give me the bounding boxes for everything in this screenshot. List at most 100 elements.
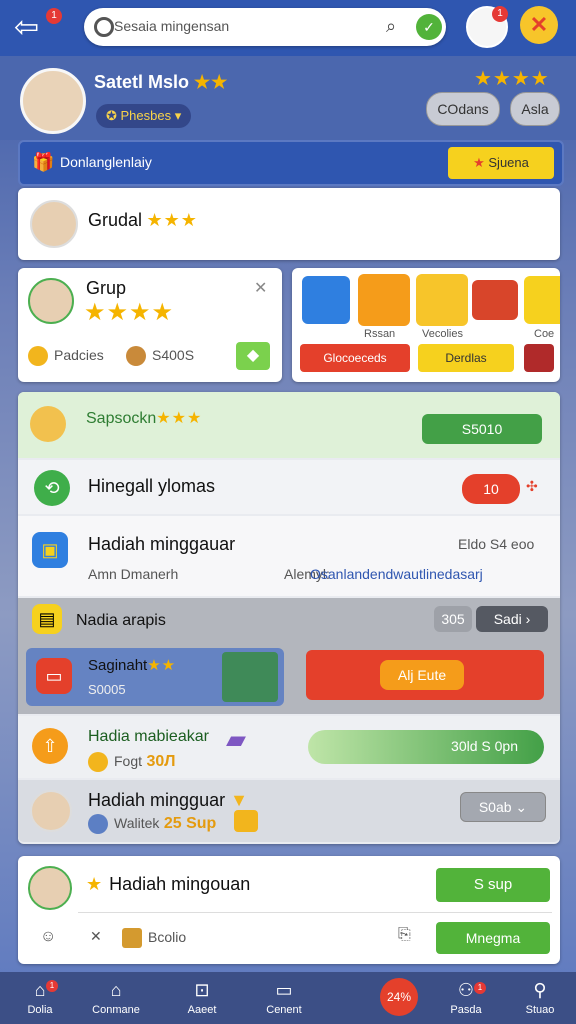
nav-item-home[interactable]: ⌂ Dolia <box>0 972 80 1024</box>
close-icon[interactable]: ✕ <box>254 278 267 298</box>
avatar <box>30 200 78 248</box>
row-value: 30Л <box>146 753 176 771</box>
gift-yellow-button[interactable]: Derdlas <box>418 344 514 372</box>
list-item[interactable]: ▣ Hadiah minggauar Eldo S4 eoo Amn Dmane… <box>18 516 560 596</box>
row-sub-text: Fogt <box>114 753 143 770</box>
nav-label: Stuao <box>525 1004 555 1016</box>
avatar <box>28 278 74 324</box>
claim-button[interactable]: S sup <box>436 868 550 902</box>
list-item[interactable]: ⟲ Hinegall ylomas 10 ✣ <box>18 460 560 514</box>
ask-button[interactable]: Asla <box>510 92 560 126</box>
profile-badge[interactable]: ✪ Phesbes ▾ <box>96 104 192 128</box>
card-weekly-reward[interactable]: ★ Hadiah mingouan S sup ☺ ✕ Bcolio ⎘ Mne… <box>18 856 560 964</box>
avatar <box>28 866 72 910</box>
house-icon: ⌂ <box>110 980 122 1000</box>
progress-bar[interactable]: 30ld S 0pn <box>308 730 544 764</box>
list-item[interactable]: ▤ Nadia arapis 305 Sadi › <box>18 598 560 644</box>
gift-label: Coe <box>534 328 555 340</box>
row-title: Hinegall ylomas <box>88 476 216 496</box>
select-value: Sadi <box>493 611 522 627</box>
close-icon[interactable]: ✕ <box>90 928 102 945</box>
value-chip[interactable]: 10 <box>462 474 520 504</box>
search-input[interactable]: Sesaia mingensan <box>114 18 229 34</box>
gift-extra-button[interactable] <box>524 344 554 372</box>
nav-item-profile[interactable]: ⚲ Stuao <box>500 972 576 1024</box>
close-icon[interactable]: ✕ <box>520 6 558 44</box>
chest-icon <box>234 810 258 832</box>
profile-name-stars: ★★ <box>194 72 229 92</box>
gift-label: Rssan <box>364 328 396 340</box>
card-grup[interactable]: Grup ★★★★ ✕ Padcies S400S ◆ <box>18 268 282 382</box>
codes-button[interactable]: COdans <box>426 92 500 126</box>
share-icon[interactable]: ⎘ <box>398 926 411 944</box>
home-icon: ⌂ <box>34 980 46 1000</box>
nav-item-community[interactable]: ⌂ Conmane <box>76 972 156 1024</box>
select-dropdown[interactable]: S0ab ⌄ <box>460 792 546 822</box>
banner-button[interactable]: ★ Sjuena <box>448 147 554 179</box>
row-stars: ★★ <box>147 657 177 674</box>
row-sub-text: Walitek <box>114 815 160 832</box>
green-tile <box>222 652 278 702</box>
star-icon: ★ <box>473 155 489 170</box>
card-gifts[interactable]: Rssan Vecolies Coe Glocoeceds Derdlas <box>292 268 560 382</box>
card-stars: ★★★★ <box>84 299 175 326</box>
row-title: Sapsockn★★★ <box>86 408 202 428</box>
coin-icon <box>88 752 108 772</box>
list-item[interactable]: Hadiah mingguar ▼ Walitek 25 Sup S0ab ⌄ <box>18 780 560 842</box>
promo-banner: 🎁 Donlanglenlaiy ★ Sjuena <box>18 140 564 186</box>
banner-text: Donlanglenlaiy <box>60 154 152 170</box>
nav-item-content[interactable]: ▭ Cenent <box>244 972 324 1024</box>
nav-center-button[interactable]: 24% <box>380 978 418 1016</box>
profile-button[interactable]: Mnegma <box>436 922 550 954</box>
row-title-text: Saginaht <box>88 657 148 674</box>
chest-icon <box>122 928 142 948</box>
card-label: S400S <box>152 347 195 364</box>
list-item[interactable]: ⇧ Hadia mabieakar Fogt 30Л ▰ 30ld S 0pn <box>18 716 560 778</box>
row-title-text: Sapsockn <box>86 410 157 427</box>
value-chip[interactable]: S5010 <box>422 414 542 444</box>
star-icon: ★ <box>86 874 110 894</box>
search-icon <box>94 17 114 37</box>
row-sub-left: Amn Dmanerh <box>88 566 179 582</box>
arrow-up-icon: ⇧ <box>32 728 68 764</box>
voice-search-icon[interactable]: ⌕ <box>386 16 396 37</box>
card-grudal[interactable]: Grudal ★★★ <box>18 188 560 260</box>
trophy-icon: ▼ <box>230 790 248 810</box>
profile-avatar[interactable] <box>20 68 86 134</box>
gift-red-button[interactable]: Glocoeceds <box>300 344 410 372</box>
select-value: S0ab <box>478 799 512 815</box>
action-banner[interactable]: Alj Eute <box>306 650 544 700</box>
search-bar[interactable]: Sesaia mingensan ⌕ ✓ <box>84 8 446 46</box>
card-label: Padcies <box>54 347 104 364</box>
search-submit-button[interactable]: ✓ <box>416 14 442 40</box>
coin-icon: ✪ <box>106 108 121 123</box>
list-item[interactable]: ▭ Saginaht★★ S0005 Alj Eute <box>18 644 560 714</box>
profile-name: Satetl Mslo ★★ <box>94 72 228 93</box>
row-title: Hadiah mingguar ▼ <box>88 790 248 811</box>
nav-item-friends[interactable]: ⚇ Pasda <box>426 972 506 1024</box>
row-sub-link[interactable]: Osanlandendwautlinedasarj <box>310 566 483 582</box>
nav-item-activity[interactable]: ⊡ Aaeet <box>162 972 242 1024</box>
blocks-icon: ▰ <box>226 724 246 754</box>
row-title: Nadia arapis <box>76 612 166 629</box>
coin-pile-icon <box>524 276 560 324</box>
nav-label: Dolia <box>27 1004 53 1016</box>
note-icon: ▤ <box>32 604 62 634</box>
row-sub: Fogt 30Л <box>88 752 176 772</box>
row-value: 25 Sup <box>163 815 217 833</box>
list-item[interactable]: Sapsockn★★★ S5010 <box>18 392 560 458</box>
action-button[interactable]: Alj Eute <box>380 660 464 690</box>
profile-stars: ★★★★ <box>474 68 550 90</box>
banner-button-label: Sjuena <box>488 155 529 170</box>
gem-button[interactable]: ◆ <box>236 342 270 370</box>
nav-label: Conmane <box>92 1004 140 1016</box>
reward-list: Sapsockn★★★ S5010 ⟲ Hinegall ylomas 10 ✣… <box>18 392 560 844</box>
row-title-text: Hadiah mingguar <box>88 790 226 810</box>
select-dropdown[interactable]: Sadi › <box>476 606 548 632</box>
chest-icon: ▣ <box>32 532 68 568</box>
row-right-text: Eldo S4 eoo <box>458 536 535 552</box>
notification-badge: 1 <box>46 8 62 24</box>
game-icon: ⊡ <box>194 980 210 1000</box>
smile-icon[interactable]: ☺ <box>40 928 56 946</box>
card-grup-left: Padcies <box>28 346 104 366</box>
